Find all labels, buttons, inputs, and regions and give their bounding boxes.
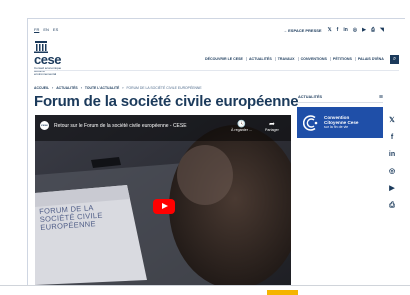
breadcrumb-current: FORUM DE LA SOCIÉTÉ CIVILE EUROPÉENNE (126, 86, 202, 90)
page: FR EN ES → ESPACE PRESSE 𝕏 f in ◎ ▶ ⎙ ◥ … (0, 0, 410, 295)
share-button[interactable]: ➦ Partager (265, 121, 279, 132)
logo-subtitle: Conseil économique social et environneme… (34, 66, 62, 77)
promo-text: Convention Citoyenne Cese sur la fin de … (324, 115, 358, 130)
breadcrumb-separator: › (122, 86, 124, 90)
lang-fr[interactable]: FR (34, 27, 39, 32)
utility-bar: → ESPACE PRESSE 𝕏 f in ◎ ▶ ⎙ ◥ (283, 27, 384, 33)
print-icon[interactable]: ⎙ (389, 201, 395, 210)
share-label: Partager (265, 128, 279, 132)
share-icon: ➦ (268, 121, 275, 128)
social-share-sidebar: 𝕏 f in ◎ ▶ ⎙ (385, 116, 399, 210)
watch-later-label: À regarder ... (231, 128, 252, 132)
screen-text: FORUM DE LA SOCIÉTÉ CIVILE EUROPÉENNE (39, 203, 103, 232)
youtube-icon[interactable]: ▶ (362, 27, 366, 33)
menu-icon[interactable]: ≡ (379, 94, 383, 101)
logo-wordmark: cese (34, 52, 61, 67)
twitter-icon[interactable]: 𝕏 (328, 27, 332, 33)
video-header: cese Retour sur le Forum de la société c… (40, 121, 187, 130)
frame-border-top (27, 18, 405, 19)
video-player[interactable]: FORUM DE LA SOCIÉTÉ CIVILE EUROPÉENNE ce… (35, 115, 291, 285)
breadcrumb-actualites[interactable]: ACTUALITÉS (56, 86, 77, 90)
linkedin-icon[interactable]: in (389, 150, 395, 159)
watch-later-button[interactable]: 🕓 À regarder ... (231, 121, 252, 132)
lang-en[interactable]: EN (43, 27, 49, 32)
sidebar-header: ACTUALITÉS ≡ (298, 94, 383, 103)
play-button[interactable] (153, 199, 175, 214)
promo-subtitle: sur la fin de vie (324, 125, 349, 129)
linkedin-icon[interactable]: in (343, 27, 347, 33)
nav-item-petitions[interactable]: PÉTITIONS (329, 57, 354, 61)
press-link[interactable]: → ESPACE PRESSE (283, 28, 322, 33)
bottom-accent-tab[interactable] (267, 290, 298, 295)
nav-divider (34, 70, 399, 71)
main-nav: DÉCOUVRIR LE CESE ACTUALITÉS TRAVAUX CON… (203, 57, 386, 61)
rss-icon[interactable]: ◥ (380, 27, 384, 33)
breadcrumb-toute-actualite[interactable]: TOUTE L'ACTUALITÉ (85, 86, 119, 90)
clock-icon: 🕓 (237, 121, 246, 128)
instagram-icon[interactable]: ◎ (389, 167, 395, 176)
facebook-icon[interactable]: f (391, 133, 393, 142)
language-switcher: FR EN ES (34, 27, 58, 32)
video-title[interactable]: Retour sur le Forum de la société civile… (54, 123, 187, 129)
print-icon[interactable]: ⎙ (371, 27, 375, 33)
search-icon: ⌕ (392, 56, 397, 62)
nav-item-travaux[interactable]: TRAVAUX (274, 57, 297, 61)
sidebar-heading: ACTUALITÉS (298, 95, 323, 99)
youtube-icon[interactable]: ▶ (389, 184, 394, 193)
search-button[interactable]: ⌕ (390, 55, 399, 64)
instagram-icon[interactable]: ◎ (353, 27, 357, 33)
nav-item-conventions[interactable]: CONVENTIONS (297, 57, 329, 61)
breadcrumb-separator: › (52, 86, 54, 90)
convention-promo-banner[interactable]: Convention Citoyenne Cese sur la fin de … (297, 107, 383, 138)
lang-es[interactable]: ES (53, 27, 58, 32)
facebook-icon[interactable]: f (337, 27, 339, 33)
cese-logo[interactable]: cese Conseil économique social et enviro… (34, 41, 66, 77)
twitter-icon[interactable]: 𝕏 (389, 116, 395, 125)
nav-item-decouvrir[interactable]: DÉCOUVRIR LE CESE (203, 57, 245, 61)
nav-item-palais[interactable]: PALAIS D'IÉNA (354, 57, 386, 61)
breadcrumb-home[interactable]: ACCUEIL (34, 86, 49, 90)
frame-border-bottom (0, 285, 410, 286)
convention-logo-icon (303, 114, 318, 131)
social-links-top: 𝕏 f in ◎ ▶ ⎙ ◥ (328, 27, 384, 33)
page-title: Forum de la société civile européenne (34, 93, 299, 110)
nav-item-actualites[interactable]: ACTUALITÉS (245, 57, 274, 61)
breadcrumb-separator: › (80, 86, 82, 90)
channel-avatar[interactable]: cese (40, 121, 49, 130)
frame-border-left (27, 18, 28, 285)
breadcrumb: ACCUEIL › ACTUALITÉS › TOUTE L'ACTUALITÉ… (34, 86, 202, 90)
